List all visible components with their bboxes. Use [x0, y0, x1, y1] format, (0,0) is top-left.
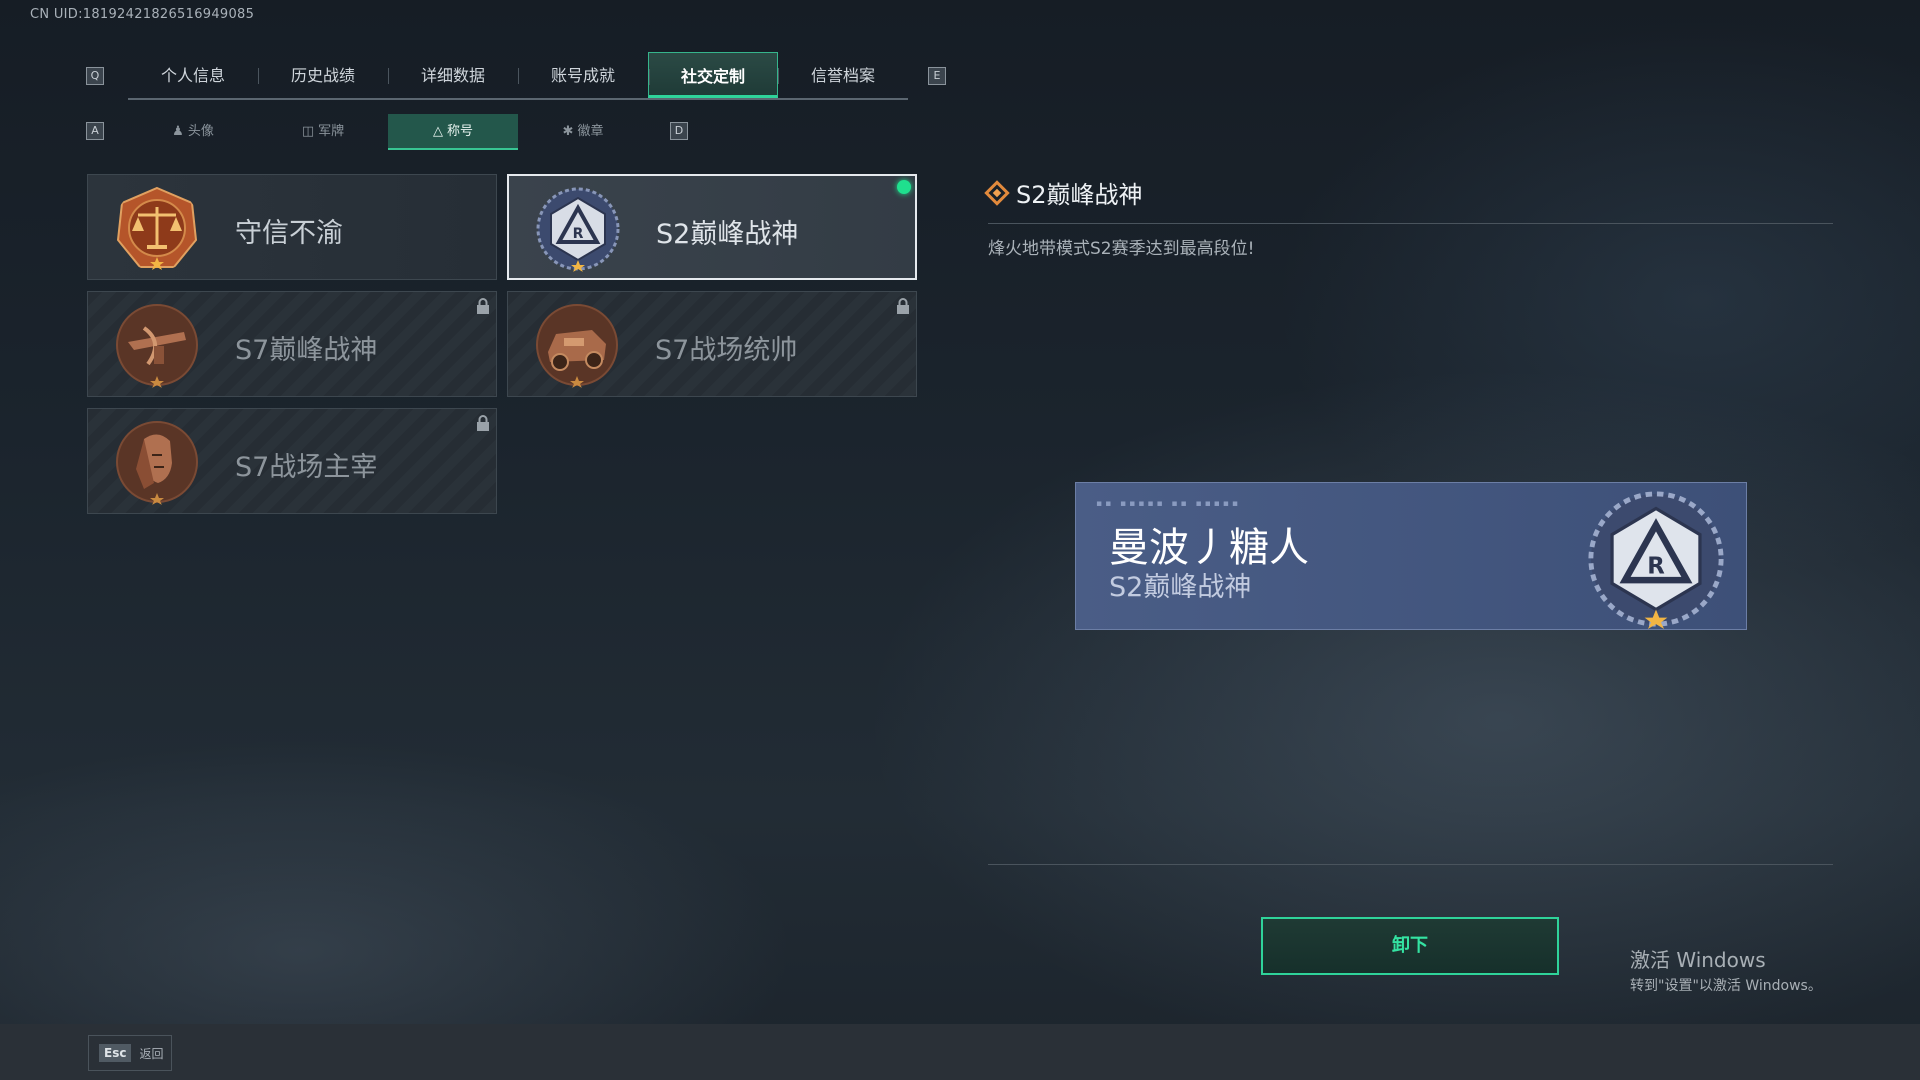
warrior-icon — [116, 421, 198, 505]
tab-history[interactable]: 历史战绩 — [258, 52, 388, 98]
triangle-icon: △ — [432, 124, 443, 139]
title-card-s7-peak[interactable]: S7巅峰战神 — [87, 291, 497, 397]
divider — [988, 223, 1833, 224]
vehicle-icon — [536, 304, 618, 388]
crossbow-icon — [116, 304, 198, 388]
wings-icon: ✱ — [562, 124, 574, 139]
detail-description: 烽火地带模式S2赛季达到最高段位! — [988, 239, 1255, 259]
back-button[interactable]: Esc 返回 — [88, 1035, 172, 1071]
title-card-label: S2巅峰战神 — [656, 219, 799, 250]
prev-subtab-key[interactable]: A — [86, 122, 104, 140]
dogtag-icon: ◫ — [301, 124, 315, 139]
tab-social-customize[interactable]: 社交定制 — [648, 52, 778, 98]
r-shield-icon: R — [536, 187, 620, 272]
title-card-label: S7巅峰战神 — [235, 335, 378, 366]
tab-reputation[interactable]: 信誉档案 — [778, 52, 908, 98]
unequip-button[interactable]: 卸下 — [1261, 917, 1559, 975]
watermark-line2: 转到"设置"以激活 Windows。 — [1630, 978, 1822, 994]
prev-tab-key[interactable]: Q — [86, 67, 104, 85]
equipped-indicator — [897, 180, 911, 194]
lock-icon — [477, 415, 489, 431]
tab-personal-info[interactable]: 个人信息 — [128, 52, 258, 98]
title-card-shouxin[interactable]: 守信不渝 — [87, 174, 497, 280]
subtab-dogtag[interactable]: ◫ 军牌 — [258, 114, 388, 150]
subtab-emblem[interactable]: ✱ 徽章 — [518, 114, 648, 150]
footer-bar — [0, 1024, 1920, 1080]
subtab-title-label: 称号 — [446, 124, 473, 139]
lock-icon — [477, 298, 489, 314]
diamond-icon — [984, 179, 1010, 206]
esc-key: Esc — [99, 1044, 132, 1062]
lock-icon — [897, 298, 909, 314]
preview-title: S2巅峰战神 — [1109, 572, 1252, 603]
subtab-emblem-label: 徽章 — [577, 124, 604, 139]
title-card-s2-peak[interactable]: R S2巅峰战神 — [507, 174, 917, 280]
subtab-title[interactable]: △ 称号 — [388, 114, 518, 150]
title-preview-card: ▪▪ ▪▪▪▪▪ ▪▪ ▪▪▪▪▪ 曼波丿糖人 S2巅峰战神 R — [1075, 482, 1747, 630]
next-tab-key[interactable]: E — [928, 67, 946, 85]
r-shield-icon: R — [1588, 491, 1724, 629]
title-card-label: S7战场统帅 — [655, 335, 798, 366]
detail-title-text: S2巅峰战神 — [1016, 181, 1143, 209]
main-tab-bar: 个人信息 历史战绩 详细数据 账号成就 社交定制 信誉档案 — [128, 52, 908, 100]
sub-tab-bar: ♟ 头像 ◫ 军牌 △ 称号 ✱ 徽章 — [128, 114, 648, 150]
svg-text:R: R — [573, 226, 584, 242]
title-card-label: 守信不渝 — [235, 218, 343, 249]
person-icon: ♟ — [172, 124, 184, 139]
divider — [988, 864, 1833, 865]
title-card-label: S7战场主宰 — [235, 452, 378, 483]
tab-detailed-data[interactable]: 详细数据 — [388, 52, 518, 98]
detail-title: S2巅峰战神 — [984, 175, 1143, 210]
windows-activation-watermark: 激活 Windows 转到"设置"以激活 Windows。 — [1630, 944, 1822, 995]
scales-icon — [116, 186, 198, 270]
tab-achievements[interactable]: 账号成就 — [518, 52, 648, 98]
title-card-s7-commander[interactable]: S7战场统帅 — [507, 291, 917, 397]
subtab-dogtag-label: 军牌 — [318, 124, 345, 139]
svg-text:R: R — [1647, 554, 1665, 580]
next-subtab-key[interactable]: D — [670, 122, 688, 140]
back-label: 返回 — [139, 1046, 164, 1061]
preview-decoration: ▪▪ ▪▪▪▪▪ ▪▪ ▪▪▪▪▪ — [1096, 499, 1241, 509]
subtab-avatar-label: 头像 — [187, 124, 214, 139]
watermark-line1: 激活 Windows — [1630, 948, 1766, 972]
subtab-avatar[interactable]: ♟ 头像 — [128, 114, 258, 150]
uid-label: CN UID:18192421826516949085 — [30, 7, 255, 22]
title-card-s7-dominator[interactable]: S7战场主宰 — [87, 408, 497, 514]
